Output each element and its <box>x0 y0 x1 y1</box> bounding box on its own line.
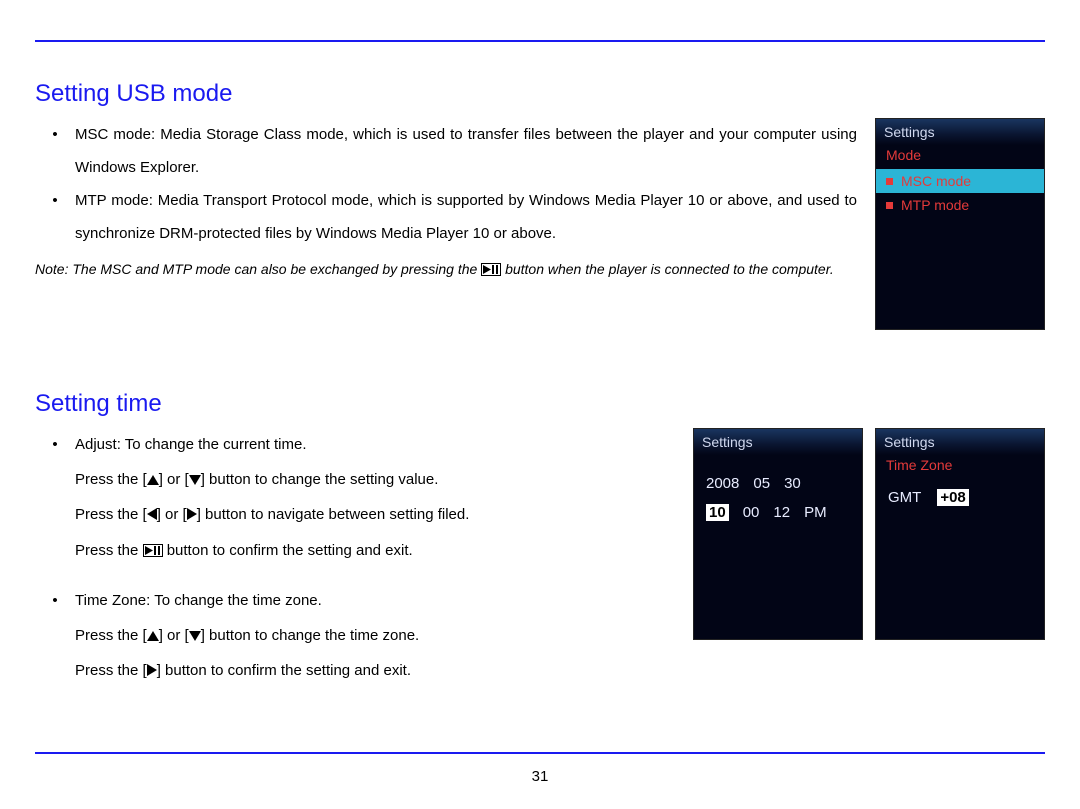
device-item-label: MTP mode <box>901 197 969 213</box>
date-day: 30 <box>784 475 801 492</box>
bullet-icon: • <box>35 584 75 619</box>
usb-bullet-2: MTP mode: Media Transport Protocol mode,… <box>75 184 857 250</box>
up-triangle-icon <box>147 620 159 655</box>
down-triangle-icon <box>189 464 201 499</box>
top-rule <box>35 40 1045 42</box>
date-year: 2008 <box>706 475 739 492</box>
gmt-value-selected: +08 <box>937 489 968 506</box>
note-post: button when the player is connected to t… <box>505 261 834 277</box>
gmt-label: GMT <box>888 489 921 506</box>
up-triangle-icon <box>147 464 159 499</box>
device-menu-item-msc: MSC mode <box>876 169 1044 193</box>
usb-note: Note: The MSC and MTP mode can also be e… <box>35 254 857 285</box>
device-header: Settings <box>694 429 862 455</box>
text: ] button to change the time zone. <box>201 627 419 644</box>
text: Press the [ <box>75 506 147 523</box>
heading-setting-time: Setting time <box>35 390 1045 418</box>
time-ampm: PM <box>804 504 827 521</box>
text: ] or [ <box>159 471 189 488</box>
down-triangle-icon <box>189 620 201 655</box>
page-number: 31 <box>0 768 1080 785</box>
bullet-icon: • <box>35 428 75 463</box>
heading-usb-mode: Setting USB mode <box>35 80 1045 108</box>
text: ] button to change the setting value. <box>201 471 439 488</box>
usb-bullet-1: MSC mode: Media Storage Class mode, whic… <box>75 118 857 184</box>
device-screenshot-timezone: Settings Time Zone GMT +08 <box>875 428 1045 640</box>
text: ] or [ <box>157 506 187 523</box>
play-pause-icon <box>481 263 501 276</box>
text: Press the [ <box>75 471 147 488</box>
time-sec: 12 <box>773 504 790 521</box>
device-item-label: MSC mode <box>901 173 971 189</box>
text: ] button to confirm the setting and exit… <box>157 662 411 679</box>
time-bullet-timezone: Time Zone: To change the time zone. <box>75 584 322 619</box>
time-hour-selected: 10 <box>706 504 729 521</box>
text: Press the [ <box>75 627 147 644</box>
date-month: 05 <box>753 475 770 492</box>
text: ] button to navigate between setting fil… <box>197 506 470 523</box>
time-min: 00 <box>743 504 760 521</box>
time-text-column: • Adjust: To change the current time. Pr… <box>35 428 675 690</box>
square-icon <box>886 202 893 209</box>
device-submenu-title: Mode <box>876 145 1044 169</box>
text: Press the [ <box>75 662 147 679</box>
device-screenshot-usb-mode: Settings Mode MSC mode MTP mode <box>875 118 1045 330</box>
time-bullet-adjust: Adjust: To change the current time. <box>75 428 307 463</box>
device-header: Settings <box>876 119 1044 145</box>
device-menu-item-mtp: MTP mode <box>876 193 1044 217</box>
bullet-icon: • <box>35 184 75 250</box>
text: ] or [ <box>159 627 189 644</box>
square-icon <box>886 178 893 185</box>
bottom-rule <box>35 752 1045 754</box>
device-submenu-title: Time Zone <box>876 455 1044 479</box>
device-screenshot-time-adjust: Settings 2008 05 30 10 00 12 PM <box>693 428 863 640</box>
text: Press the <box>75 542 143 559</box>
device-header: Settings <box>876 429 1044 455</box>
play-pause-icon <box>143 544 163 557</box>
text: button to confirm the setting and exit. <box>167 542 413 559</box>
note-pre: Note: The MSC and MTP mode can also be e… <box>35 261 481 277</box>
left-triangle-icon <box>147 499 157 534</box>
bullet-icon: • <box>35 118 75 184</box>
usb-text-column: • MSC mode: Media Storage Class mode, wh… <box>35 118 857 285</box>
right-triangle-icon <box>187 499 197 534</box>
right-triangle-icon <box>147 655 157 690</box>
